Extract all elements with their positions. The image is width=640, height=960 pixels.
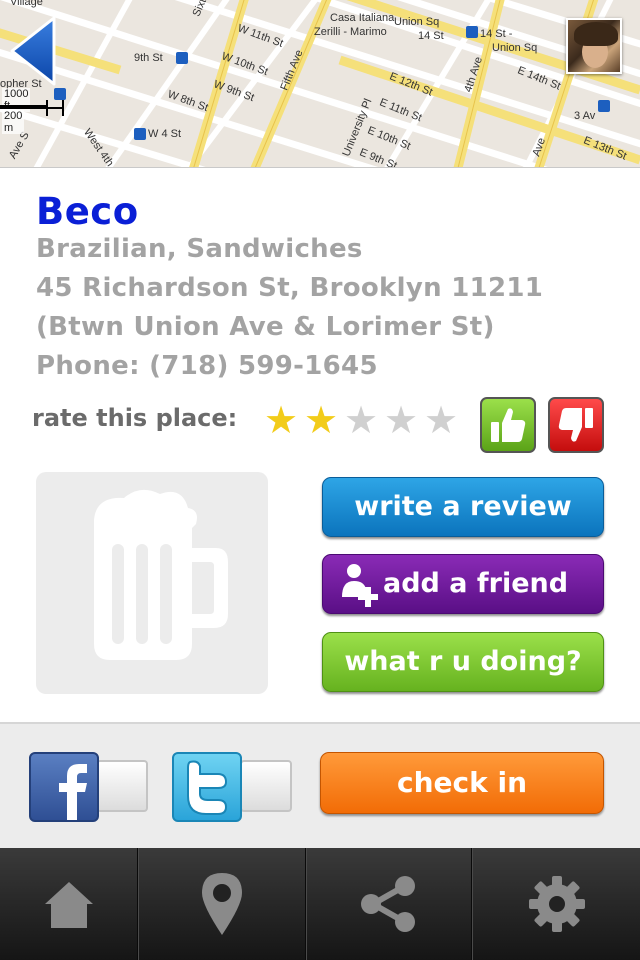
rating-star[interactable]: ★ — [382, 398, 422, 442]
map-label: 9th St — [134, 52, 163, 64]
back-arrow-icon — [10, 16, 56, 86]
thumbs-up-button[interactable] — [480, 397, 536, 453]
add-friend-button[interactable]: add a friend — [322, 554, 604, 614]
beer-mug-icon — [94, 489, 228, 660]
facebook-glyph — [59, 764, 87, 820]
twitter-glyph — [187, 760, 228, 815]
share-icon — [361, 876, 415, 932]
map-label: 14 St - — [480, 28, 513, 40]
gear-icon — [528, 876, 585, 932]
write-review-button[interactable]: write a review — [322, 477, 604, 537]
map-label: Union Sq — [492, 42, 538, 54]
place-photo-placeholder[interactable] — [36, 472, 268, 694]
place-address: 45 Richardson St, Brooklyn 11211 — [36, 273, 544, 303]
thumbs-down-icon — [558, 408, 593, 442]
check-in-button[interactable]: check in — [320, 752, 604, 814]
place-cross-streets: (Btwn Union Ave & Lorimer St) — [36, 312, 495, 342]
what-doing-button[interactable]: what r u doing? — [322, 632, 604, 692]
map-label: Casa Italiana — [330, 12, 395, 24]
rating-star[interactable]: ★ — [342, 398, 382, 442]
map-label: Union Sq — [394, 16, 440, 28]
facebook-icon[interactable] — [29, 752, 99, 822]
place-name: Beco — [36, 190, 139, 233]
twitter-icon[interactable] — [172, 752, 242, 822]
map-label: Village — [10, 0, 43, 8]
add-friend-label: add a friend — [383, 568, 569, 599]
rating-stars[interactable]: ★ ★ ★ ★ ★ — [262, 398, 462, 442]
map-label: W 4 St — [148, 128, 182, 140]
rating-star[interactable]: ★ — [262, 398, 302, 442]
scale-meters: 200 m — [2, 110, 25, 134]
facebook-share-toggle[interactable] — [96, 760, 148, 812]
rating-label: rate this place: — [32, 404, 238, 432]
user-avatar[interactable] — [566, 18, 622, 74]
map-view[interactable]: Village Casa Italiana Zerilli - Marimo U… — [0, 0, 640, 168]
map-label: 14 St — [418, 30, 444, 42]
tab-home[interactable] — [0, 848, 138, 960]
rating-star[interactable]: ★ — [422, 398, 462, 442]
back-button[interactable] — [6, 14, 62, 88]
map-label: Zerilli - Marimo — [314, 26, 387, 38]
thumbs-up-icon — [491, 408, 526, 442]
map-label: 3 Av — [574, 110, 596, 122]
twitter-share-toggle[interactable] — [240, 760, 292, 812]
thumbs-down-button[interactable] — [548, 397, 604, 453]
share-bar: check in — [0, 722, 640, 848]
place-phone[interactable]: Phone: (718) 599-1645 — [36, 351, 378, 381]
tab-bar — [0, 848, 640, 960]
add-person-icon — [342, 564, 378, 607]
map-pin-icon — [202, 873, 242, 935]
tab-share[interactable] — [306, 848, 472, 960]
home-icon — [44, 882, 93, 928]
rating-star[interactable]: ★ — [302, 398, 342, 442]
place-cuisine: Brazilian, Sandwiches — [36, 234, 363, 264]
tab-settings[interactable] — [472, 848, 640, 960]
tab-map[interactable] — [138, 848, 306, 960]
